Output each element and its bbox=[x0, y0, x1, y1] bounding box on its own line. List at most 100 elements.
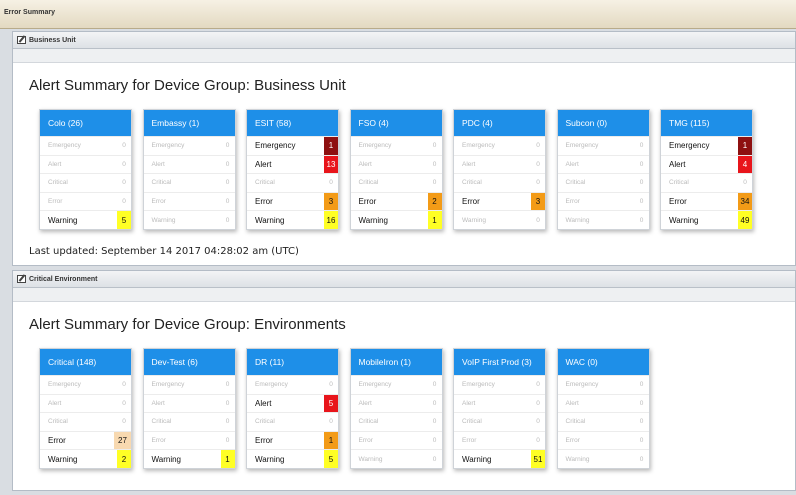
card-title[interactable]: Critical (148) bbox=[40, 349, 131, 375]
severity-row-alert[interactable]: Alert 0 bbox=[454, 154, 545, 174]
severity-label: Alert bbox=[48, 399, 62, 407]
severity-row-critical[interactable]: Critical 0 bbox=[143, 412, 235, 431]
card-title[interactable]: FSO (4) bbox=[350, 110, 442, 136]
card-title[interactable]: Dev-Test (6) bbox=[143, 349, 235, 375]
severity-row-alert[interactable]: Alert 0 bbox=[557, 393, 649, 413]
device-group-card[interactable]: Colo (26) Emergency 0 Alert 0 Critical 0 Error 0… bbox=[39, 109, 132, 230]
severity-row-emergency[interactable]: Emergency 0 bbox=[247, 375, 338, 394]
severity-row-error[interactable]: Error 0 bbox=[557, 430, 649, 450]
severity-row-error[interactable]: Error 0 bbox=[143, 191, 235, 211]
card-title[interactable]: ESIT (58) bbox=[247, 110, 338, 136]
severity-row-alert[interactable]: Alert 0 bbox=[40, 393, 131, 413]
severity-row-critical[interactable]: Critical 0 bbox=[557, 173, 649, 192]
severity-row-error[interactable]: Error 0 bbox=[350, 430, 442, 450]
severity-row-emergency[interactable]: Emergency 0 bbox=[40, 136, 131, 155]
device-group-card[interactable]: MobileIron (1) Emergency 0 Alert 0 Critical 0 E… bbox=[349, 348, 443, 469]
severity-row-error[interactable]: Error 0 bbox=[143, 430, 235, 450]
severity-row-error[interactable]: Error 34 bbox=[661, 191, 752, 211]
severity-row-error[interactable]: Error 27 bbox=[40, 430, 131, 450]
severity-row-warning[interactable]: Warning 16 bbox=[247, 210, 338, 229]
severity-row-alert[interactable]: Alert 0 bbox=[454, 393, 545, 413]
severity-row-emergency[interactable]: Emergency 0 bbox=[454, 136, 545, 155]
device-group-card[interactable]: WAC (0) Emergency 0 Alert 0 Critical 0 Error 0 Wa… bbox=[556, 348, 650, 469]
edit-icon[interactable] bbox=[17, 36, 26, 44]
severity-row-alert[interactable]: Alert 0 bbox=[40, 154, 131, 174]
device-group-card[interactable]: VoIP First Prod (3) Emergency 0 Alert 0 Criti… bbox=[453, 348, 546, 469]
severity-row-emergency[interactable]: Emergency 0 bbox=[40, 375, 131, 394]
severity-row-critical[interactable]: Critical 0 bbox=[454, 412, 545, 431]
severity-label: Error bbox=[48, 198, 63, 206]
card-title[interactable]: TMG (115) bbox=[661, 110, 752, 136]
device-group-card[interactable]: PDC (4) Emergency 0 Alert 0 Critical 0 Error 3 Wa… bbox=[453, 109, 546, 230]
severity-row-critical[interactable]: Critical 0 bbox=[557, 412, 649, 431]
severity-count: 1 bbox=[220, 450, 235, 468]
severity-row-critical[interactable]: Critical 0 bbox=[247, 173, 338, 192]
severity-row-alert[interactable]: Alert 0 bbox=[143, 154, 235, 174]
severity-row-warning[interactable]: Warning 0 bbox=[557, 449, 649, 468]
severity-row-critical[interactable]: Critical 0 bbox=[350, 173, 442, 192]
severity-row-warning[interactable]: Warning 5 bbox=[40, 210, 131, 229]
card-title[interactable]: Embassy (1) bbox=[143, 110, 235, 136]
severity-row-warning[interactable]: Warning 0 bbox=[557, 210, 649, 229]
severity-row-alert[interactable]: Alert 5 bbox=[247, 393, 338, 413]
severity-row-warning[interactable]: Warning 0 bbox=[143, 210, 235, 229]
severity-row-alert[interactable]: Alert 13 bbox=[247, 154, 338, 174]
card-title[interactable]: MobileIron (1) bbox=[350, 349, 442, 375]
severity-row-error[interactable]: Error 0 bbox=[557, 191, 649, 211]
severity-row-alert[interactable]: Alert 0 bbox=[350, 393, 442, 413]
edit-icon[interactable] bbox=[17, 275, 26, 283]
panel-header[interactable]: Business Unit bbox=[13, 32, 795, 49]
device-group-card[interactable]: Embassy (1) Emergency 0 Alert 0 Critical 0 Erro… bbox=[142, 109, 236, 230]
severity-row-warning[interactable]: Warning 0 bbox=[350, 449, 442, 468]
severity-row-error[interactable]: Error 0 bbox=[40, 191, 131, 211]
severity-row-emergency[interactable]: Emergency 0 bbox=[557, 136, 649, 155]
card-title[interactable]: PDC (4) bbox=[454, 110, 545, 136]
severity-row-error[interactable]: Error 3 bbox=[454, 191, 545, 211]
severity-row-critical[interactable]: Critical 0 bbox=[661, 173, 752, 192]
card-title[interactable]: VoIP First Prod (3) bbox=[454, 349, 545, 375]
severity-row-warning[interactable]: Warning 51 bbox=[454, 449, 545, 468]
card-title[interactable]: Subcon (0) bbox=[557, 110, 649, 136]
severity-row-warning[interactable]: Warning 5 bbox=[247, 449, 338, 468]
device-group-card[interactable]: FSO (4) Emergency 0 Alert 0 Critical 0 Error 2 Wa… bbox=[349, 109, 443, 230]
severity-row-warning[interactable]: Warning 49 bbox=[661, 210, 752, 229]
severity-row-error[interactable]: Error 0 bbox=[454, 430, 545, 450]
severity-row-emergency[interactable]: Emergency 0 bbox=[454, 375, 545, 394]
device-group-card[interactable]: TMG (115) Emergency 1 Alert 4 Critical 0 Error 3… bbox=[660, 109, 753, 230]
severity-row-warning[interactable]: Warning 1 bbox=[143, 449, 235, 468]
severity-row-critical[interactable]: Critical 0 bbox=[454, 173, 545, 192]
severity-row-emergency[interactable]: Emergency 1 bbox=[247, 136, 338, 155]
severity-row-alert[interactable]: Alert 0 bbox=[143, 393, 235, 413]
severity-row-critical[interactable]: Critical 0 bbox=[350, 412, 442, 431]
severity-row-emergency[interactable]: Emergency 0 bbox=[143, 136, 235, 155]
severity-row-alert[interactable]: Alert 0 bbox=[350, 154, 442, 174]
severity-row-alert[interactable]: Alert 4 bbox=[661, 154, 752, 174]
severity-row-emergency[interactable]: Emergency 0 bbox=[143, 375, 235, 394]
severity-row-warning[interactable]: Warning 0 bbox=[454, 210, 545, 229]
severity-row-alert[interactable]: Alert 0 bbox=[557, 154, 649, 174]
severity-row-critical[interactable]: Critical 0 bbox=[247, 412, 338, 431]
severity-row-emergency[interactable]: Emergency 1 bbox=[661, 136, 752, 155]
panel-header[interactable]: Critical Environment bbox=[13, 271, 795, 288]
device-group-card[interactable]: Critical (148) Emergency 0 Alert 0 Critical 0 E… bbox=[39, 348, 132, 469]
card-title[interactable]: Colo (26) bbox=[40, 110, 131, 136]
card-title[interactable]: DR (11) bbox=[247, 349, 338, 375]
severity-row-critical[interactable]: Critical 0 bbox=[143, 173, 235, 192]
severity-row-emergency[interactable]: Emergency 0 bbox=[350, 136, 442, 155]
device-group-card[interactable]: Subcon (0) Emergency 0 Alert 0 Critical 0 Error… bbox=[556, 109, 650, 230]
severity-row-error[interactable]: Error 3 bbox=[247, 191, 338, 211]
card-title[interactable]: WAC (0) bbox=[557, 349, 649, 375]
severity-count: 5 bbox=[324, 394, 338, 413]
severity-row-critical[interactable]: Critical 0 bbox=[40, 173, 131, 192]
device-group-card[interactable]: ESIT (58) Emergency 1 Alert 13 Critical 0 Error… bbox=[246, 109, 339, 230]
severity-count: 0 bbox=[432, 437, 437, 445]
severity-row-critical[interactable]: Critical 0 bbox=[40, 412, 131, 431]
severity-row-error[interactable]: Error 1 bbox=[247, 430, 338, 450]
severity-row-emergency[interactable]: Emergency 0 bbox=[557, 375, 649, 394]
device-group-card[interactable]: Dev-Test (6) Emergency 0 Alert 0 Critical 0 Err… bbox=[142, 348, 236, 469]
severity-row-warning[interactable]: Warning 2 bbox=[40, 449, 131, 468]
severity-row-error[interactable]: Error 2 bbox=[350, 191, 442, 211]
severity-row-emergency[interactable]: Emergency 0 bbox=[350, 375, 442, 394]
device-group-card[interactable]: DR (11) Emergency 0 Alert 5 Critical 0 Error 1 Wa… bbox=[246, 348, 339, 469]
severity-row-warning[interactable]: Warning 1 bbox=[350, 210, 442, 229]
